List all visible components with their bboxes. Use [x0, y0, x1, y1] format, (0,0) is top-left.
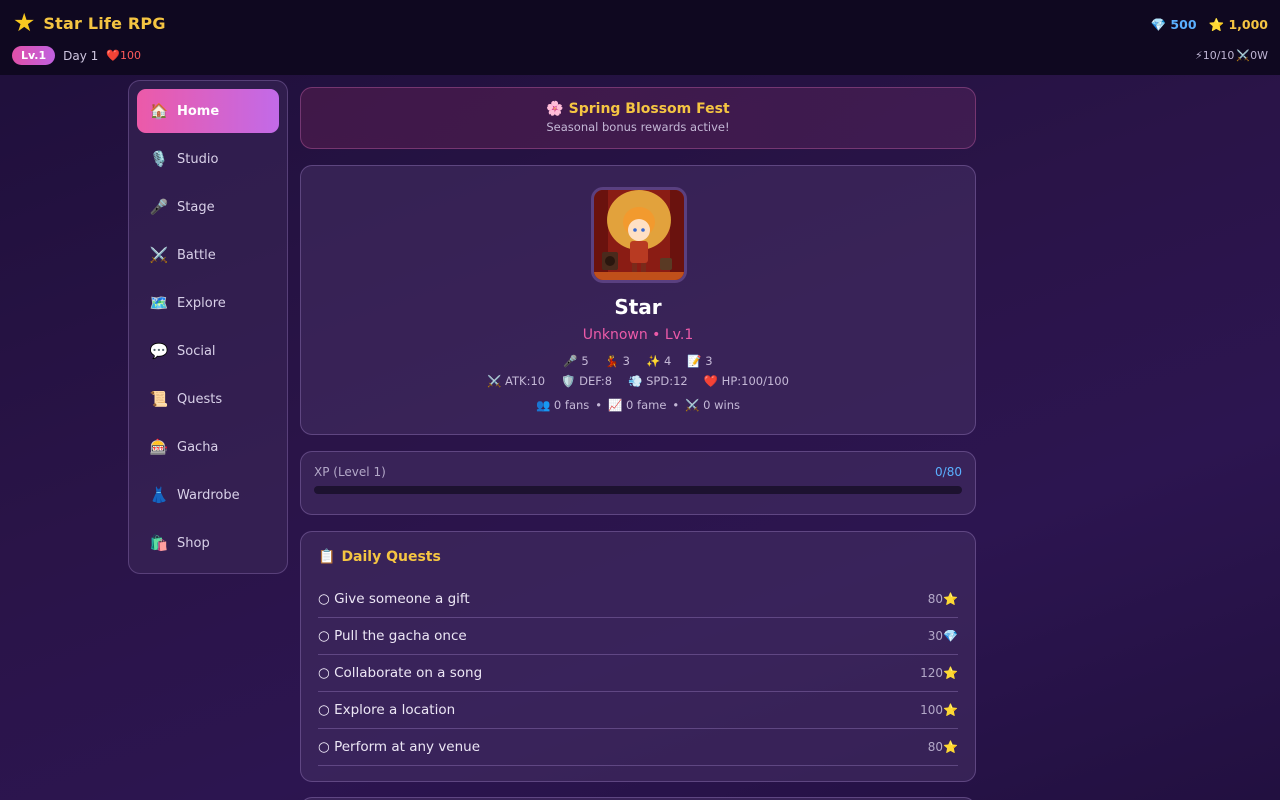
- wins-counter: ⚔️0W: [1236, 49, 1268, 62]
- clipboard-icon: 📋: [318, 549, 336, 565]
- sidebar-item-home[interactable]: 🏠 Home: [137, 89, 279, 133]
- xp-value: 0/80: [935, 465, 962, 479]
- xp-progress-bar: [314, 486, 962, 494]
- energy-counter: ⚡10/10: [1194, 49, 1235, 62]
- top-bar: ★ Star Life RPG 💎 500 ⭐ 1,000 Lv.1 Day 1…: [0, 0, 1280, 75]
- quest-item[interactable]: ○ Explore a location 100⭐: [318, 692, 958, 729]
- speech-bubble-icon: 💬: [149, 342, 169, 360]
- xp-card: XP (Level 1) 0/80: [300, 451, 976, 515]
- player-status: Lv.1 Day 1 ❤️100: [12, 46, 141, 65]
- resource-status: ⚡10/10 ⚔️0W: [1195, 49, 1268, 62]
- atk-stat: ⚔️ ATK:10: [487, 374, 546, 388]
- fame-stat: 📈 0 fame: [608, 398, 667, 412]
- sidebar-item-label: Social: [177, 343, 216, 359]
- daily-quests-card: 📋 Daily Quests ○ Give someone a gift 80⭐…: [300, 531, 976, 782]
- event-title: 🌸 Spring Blossom Fest: [546, 101, 730, 117]
- quest-label: ○ Explore a location: [318, 702, 456, 718]
- quest-label: ○ Collaborate on a song: [318, 665, 483, 681]
- sidebar-item-quests[interactable]: 📜 Quests: [137, 377, 279, 421]
- profile-card: Star Unknown • Lv.1 🎤 5 💃 3 ✨ 4 📝 3 ⚔️ A…: [300, 165, 976, 435]
- separator: •: [595, 398, 603, 412]
- quest-reward: 120⭐: [920, 666, 958, 680]
- quest-reward: 80⭐: [927, 740, 958, 754]
- quest-item[interactable]: ○ Pull the gacha once 30💎: [318, 618, 958, 655]
- dance-stat: 💃 3: [604, 354, 630, 368]
- sidebar-item-label: Stage: [177, 199, 215, 215]
- quest-item[interactable]: ○ Give someone a gift 80⭐: [318, 581, 958, 618]
- avatar: [591, 187, 687, 283]
- quest-label: ○ Perform at any venue: [318, 739, 481, 755]
- sidebar-item-shop[interactable]: 🛍️ Shop: [137, 521, 279, 565]
- charm-stat: ✨ 4: [646, 354, 672, 368]
- app-title: Star Life RPG: [43, 13, 166, 33]
- combat-stats: ⚔️ ATK:10 🛡️ DEF:8 💨 SPD:12 ❤️ HP:100/10…: [301, 374, 975, 388]
- sidebar-item-gacha[interactable]: 🎰 Gacha: [137, 425, 279, 469]
- quest-reward: 80⭐: [927, 592, 958, 606]
- sidebar-item-social[interactable]: 💬 Social: [137, 329, 279, 373]
- player-name: Star: [614, 295, 662, 319]
- skill-stats: 🎤 5 💃 3 ✨ 4 📝 3: [301, 354, 975, 368]
- daily-quests-title: Daily Quests: [341, 549, 441, 565]
- sidebar-item-label: Quests: [177, 391, 223, 407]
- quest-label: ○ Give someone a gift: [318, 591, 470, 607]
- vocal-stat: 🎤 5: [563, 354, 589, 368]
- day-counter: Day 1: [63, 48, 99, 63]
- currency-display: 💎 500 ⭐ 1,000: [1151, 17, 1268, 33]
- microphone-icon: 🎤: [149, 198, 169, 216]
- sidebar-item-label: Gacha: [177, 439, 219, 455]
- event-subtitle: Seasonal bonus rewards active!: [546, 120, 730, 134]
- def-stat: 🛡️ DEF:8: [561, 374, 613, 388]
- sidebar-item-label: Home: [177, 103, 220, 119]
- sidebar-item-label: Wardrobe: [177, 487, 240, 503]
- sidebar-item-studio[interactable]: 🎙️ Studio: [137, 137, 279, 181]
- star-icon: ★: [13, 8, 36, 37]
- level-badge: Lv.1: [12, 46, 56, 65]
- writing-stat: 📝 3: [687, 354, 713, 368]
- sidebar-item-stage[interactable]: 🎤 Stage: [137, 185, 279, 229]
- separator: •: [672, 398, 680, 412]
- quest-item[interactable]: ○ Collaborate on a song 120⭐: [318, 655, 958, 692]
- sidebar-item-wardrobe[interactable]: 👗 Wardrobe: [137, 473, 279, 517]
- quest-list: ○ Give someone a gift 80⭐ ○ Pull the gac…: [318, 581, 958, 766]
- sidebar-item-label: Explore: [177, 295, 226, 311]
- sidebar-item-label: Studio: [177, 151, 219, 167]
- xp-label: XP (Level 1): [314, 465, 386, 479]
- hp-stat: ❤️ HP:100/100: [703, 374, 789, 388]
- event-banner: 🌸 Spring Blossom Fest Seasonal bonus rew…: [300, 87, 976, 149]
- spd-stat: 💨 SPD:12: [628, 374, 688, 388]
- hp-counter: ❤️100: [106, 49, 141, 62]
- quest-reward: 100⭐: [920, 703, 958, 717]
- crossed-swords-icon: ⚔️: [149, 246, 169, 264]
- shopping-bags-icon: 🛍️: [149, 534, 169, 552]
- slot-machine-icon: 🎰: [149, 438, 169, 456]
- home-icon: 🏠: [149, 102, 169, 120]
- studio-microphone-icon: 🎙️: [149, 150, 169, 168]
- gems-counter: 💎 500: [1150, 17, 1197, 32]
- quest-reward: 30💎: [927, 629, 958, 643]
- sidebar-item-label: Battle: [177, 247, 216, 263]
- quest-item[interactable]: ○ Perform at any venue 80⭐: [318, 729, 958, 766]
- quest-label: ○ Pull the gacha once: [318, 628, 467, 644]
- map-icon: 🗺️: [149, 294, 169, 312]
- daily-quests-heading: 📋 Daily Quests: [318, 549, 441, 565]
- sidebar-item-explore[interactable]: 🗺️ Explore: [137, 281, 279, 325]
- social-stats: 👥 0 fans • 📈 0 fame • ⚔️ 0 wins: [301, 398, 975, 412]
- sidebar-item-label: Shop: [177, 535, 210, 551]
- fans-stat: 👥 0 fans: [535, 398, 590, 412]
- sidebar-item-battle[interactable]: ⚔️ Battle: [137, 233, 279, 277]
- dress-icon: 👗: [149, 486, 169, 504]
- brand: ★ Star Life RPG: [13, 10, 166, 36]
- wins-stat: ⚔️ 0 wins: [685, 398, 741, 412]
- scroll-icon: 📜: [149, 390, 169, 408]
- player-class-level: Unknown • Lv.1: [582, 327, 694, 343]
- stars-counter: ⭐ 1,000: [1208, 17, 1268, 32]
- sidebar-nav: 🏠 Home 🎙️ Studio 🎤 Stage ⚔️ Battle 🗺️ Ex…: [128, 80, 288, 574]
